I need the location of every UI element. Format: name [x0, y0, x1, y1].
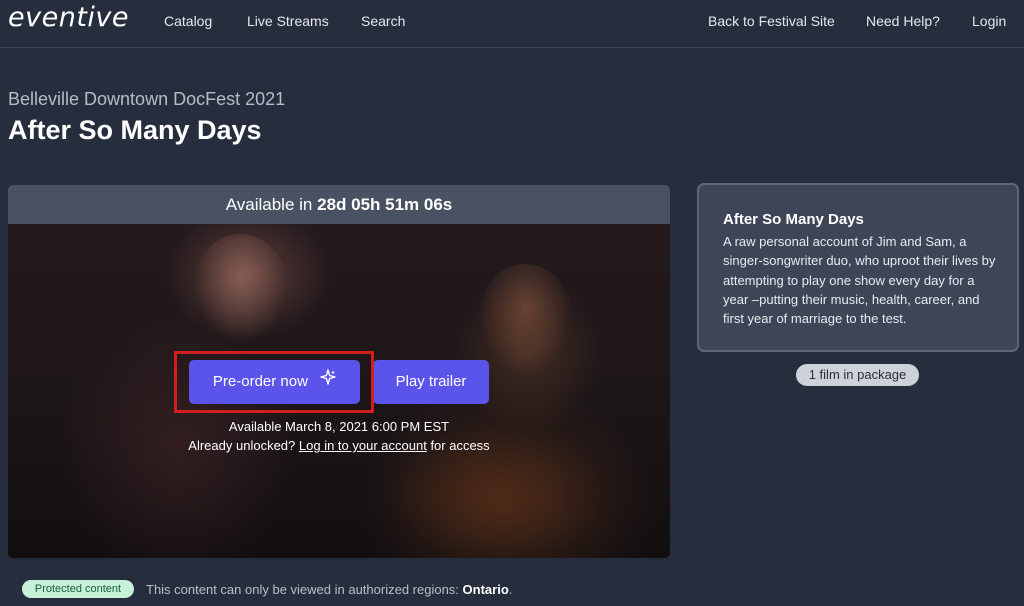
film-poster-image: Pre-order now Play trailer Available Mar…	[8, 224, 670, 558]
preorder-button[interactable]: Pre-order now	[189, 360, 360, 404]
nav-link-search[interactable]: Search	[361, 13, 405, 29]
play-trailer-button[interactable]: Play trailer	[373, 360, 489, 404]
preorder-label: Pre-order now	[212, 373, 308, 390]
countdown-label: Available in	[225, 195, 313, 214]
countdown-timer: 28d 05h 51m 06s	[317, 195, 453, 214]
package-count-badge: 1 film in package	[796, 364, 919, 386]
protected-content-badge: Protected content	[22, 580, 134, 598]
top-nav: eventive Catalog Live Streams Search Bac…	[0, 0, 1024, 48]
nav-link-login[interactable]: Login	[972, 13, 1006, 29]
film-info-card: After So Many Days A raw personal accoun…	[697, 183, 1019, 352]
festival-name: Belleville Downtown DocFest 2021	[8, 89, 286, 109]
info-title: After So Many Days	[723, 211, 864, 228]
region-notice-text: This content can only be viewed in autho…	[146, 582, 459, 597]
region-notice: This content can only be viewed in autho…	[146, 582, 512, 597]
page-title: After So Many Days	[8, 115, 262, 145]
availability-date: Available March 8, 2021 6:00 PM EST	[228, 419, 450, 434]
nav-link-catalog[interactable]: Catalog	[164, 13, 212, 29]
nav-link-live-streams[interactable]: Live Streams	[247, 13, 329, 29]
eventive-logo[interactable]: eventive	[8, 2, 129, 33]
nav-link-back-to-festival[interactable]: Back to Festival Site	[708, 13, 835, 29]
access-message: Already unlocked? Log in to your account…	[8, 438, 670, 453]
countdown-bar: Available in 28d 05h 51m 06s	[8, 185, 670, 224]
region-name: Ontario	[462, 582, 509, 597]
nav-link-need-help[interactable]: Need Help?	[866, 13, 940, 29]
info-description: A raw personal account of Jim and Sam, a…	[723, 234, 996, 327]
access-suffix: for access	[430, 438, 490, 453]
region-notice-period: .	[508, 582, 513, 597]
video-player: Available in 28d 05h 51m 06s Pre-order n…	[8, 185, 670, 558]
login-account-link[interactable]: Log in to your account	[299, 438, 427, 453]
access-prefix: Already unlocked?	[188, 438, 296, 453]
sparkle-icon	[320, 359, 336, 403]
